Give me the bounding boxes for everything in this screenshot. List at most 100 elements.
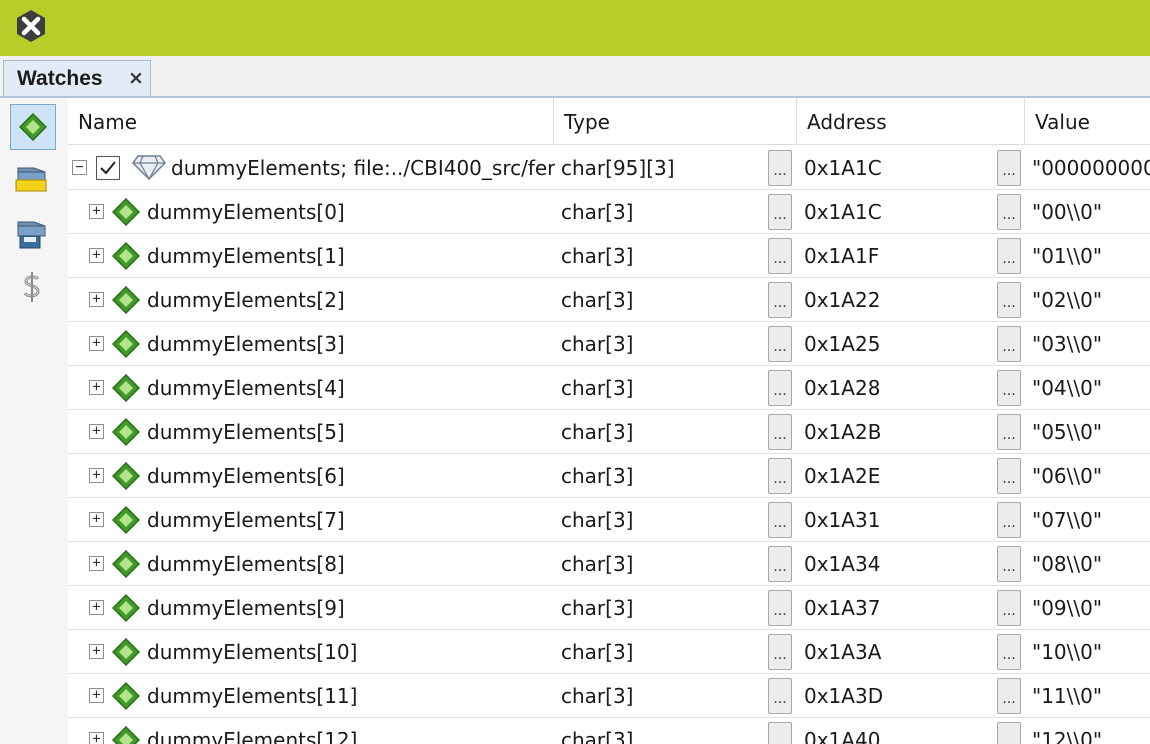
watch-diamond-icon [112,418,140,446]
edit-type-button[interactable]: ... [768,326,792,362]
edit-address-button[interactable]: ... [997,238,1021,274]
address-cell: 0x1A28 [804,376,881,400]
value-cell: "04\\0" [1032,376,1103,400]
value-cell: "12\\0" [1032,728,1103,744]
netbeans-x-icon [17,10,45,42]
type-cell: char[3] [561,332,634,356]
edit-type-button[interactable]: ... [768,414,792,450]
address-cell: 0x1A3D [804,684,884,708]
edit-type-button[interactable]: ... [768,634,792,670]
table-row[interactable]: + dummyElements[1] char[3]... 0x1A1F... "01\… [68,234,1150,278]
edit-address-button[interactable]: ... [997,326,1021,362]
expand-toggle[interactable]: + [89,468,104,483]
address-cell: 0x1A2E [804,464,881,488]
table-row[interactable]: + dummyElements[2] char[3]... 0x1A22... "02\… [68,278,1150,322]
edit-address-button[interactable]: ... [997,458,1021,494]
expand-toggle[interactable]: + [89,380,104,395]
table-row-root[interactable]: − dummyElements; file:../CBI400_src/fene c… [68,146,1150,190]
edit-address-button[interactable]: ... [997,502,1021,538]
edit-type-button[interactable]: ... [768,370,792,406]
expand-toggle[interactable]: + [89,204,104,219]
edit-type-button[interactable]: ... [768,546,792,582]
name-cell: dummyElements[8] [147,552,345,576]
edit-address-button[interactable]: ... [997,194,1021,230]
edit-type-button[interactable]: ... [768,678,792,714]
edit-address-button[interactable]: ... [997,590,1021,626]
variable-gem-icon [132,155,166,181]
edit-address-button[interactable]: ... [997,370,1021,406]
edit-type-button[interactable]: ... [768,458,792,494]
watch-diamond-icon [112,506,140,534]
type-cell: char[3] [561,728,634,744]
column-header-address[interactable]: Address [797,98,1025,145]
name-cell: dummyElements[7] [147,508,345,532]
watch-diamond-icon [112,242,140,270]
type-cell: char[3] [561,640,634,664]
table-row[interactable]: + dummyElements[5] char[3]... 0x1A2B... "05\… [68,410,1150,454]
watches-table: Name Type Address Value − dummyElements; … [68,98,1150,744]
expand-toggle[interactable]: + [89,424,104,439]
expand-toggle[interactable]: + [89,600,104,615]
tab-watches[interactable]: Watches × [3,60,151,96]
enable-checkbox[interactable] [96,156,120,180]
edit-type-button[interactable]: ... [768,150,792,186]
value-cell: "09\\0" [1032,596,1103,620]
type-cell: char[3] [561,420,634,444]
edit-address-button[interactable]: ... [997,722,1021,744]
close-icon[interactable]: × [128,69,144,88]
expand-toggle[interactable]: + [89,336,104,351]
table-row[interactable]: + dummyElements[0] char[3]... 0x1A1C... "00\… [68,190,1150,234]
edit-type-button[interactable]: ... [768,722,792,744]
edit-address-button[interactable]: ... [997,414,1021,450]
table-row[interactable]: + dummyElements[12] char[3]... 0x1A40... "12… [68,718,1150,744]
expand-toggle[interactable]: + [89,732,104,744]
watch-diamond-icon [19,113,47,141]
name-cell: dummyElements[1] [147,244,345,268]
table-row[interactable]: + dummyElements[9] char[3]... 0x1A37... "09\… [68,586,1150,630]
expand-toggle[interactable]: + [89,644,104,659]
new-watch-button[interactable] [10,104,56,150]
save-view-button[interactable] [10,210,56,256]
expand-toggle[interactable]: + [89,512,104,527]
type-cell: char[3] [561,464,634,488]
column-header-type[interactable]: Type [554,98,797,145]
address-cell: 0x1A2B [804,420,882,444]
dollar-button[interactable] [10,264,56,310]
watch-diamond-icon [112,462,140,490]
edit-type-button[interactable]: ... [768,590,792,626]
collapse-toggle[interactable]: − [72,160,87,175]
value-cell: "10\\0" [1032,640,1103,664]
value-cell: "11\\0" [1032,684,1103,708]
edit-address-button[interactable]: ... [997,150,1021,186]
watch-diamond-icon [112,638,140,666]
value-cell: "03\\0" [1032,332,1103,356]
table-row[interactable]: + dummyElements[8] char[3]... 0x1A34... "08\… [68,542,1150,586]
table-row[interactable]: + dummyElements[10] char[3]... 0x1A3A... "10… [68,630,1150,674]
edit-type-button[interactable]: ... [768,238,792,274]
column-header-value[interactable]: Value [1025,98,1150,145]
table-row[interactable]: + dummyElements[3] char[3]... 0x1A25... "03\… [68,322,1150,366]
expand-toggle[interactable]: + [89,688,104,703]
edit-address-button[interactable]: ... [997,678,1021,714]
expand-toggle[interactable]: + [89,556,104,571]
title-bar [0,0,1150,56]
expand-toggle[interactable]: + [89,248,104,263]
table-row[interactable]: + dummyElements[11] char[3]... 0x1A3D... "11… [68,674,1150,718]
edit-type-button[interactable]: ... [768,502,792,538]
name-cell: dummyElements[2] [147,288,345,312]
table-row[interactable]: + dummyElements[7] char[3]... 0x1A31... "07\… [68,498,1150,542]
edit-type-button[interactable]: ... [768,282,792,318]
locals-button[interactable] [10,156,56,202]
name-cell: dummyElements[3] [147,332,345,356]
edit-address-button[interactable]: ... [997,546,1021,582]
edit-type-button[interactable]: ... [768,194,792,230]
edit-address-button[interactable]: ... [997,282,1021,318]
column-header-name[interactable]: Name [68,98,554,145]
value-cell: "08\\0" [1032,552,1103,576]
expand-toggle[interactable]: + [89,292,104,307]
type-cell: char[3] [561,200,634,224]
address-cell: 0x1A37 [804,596,881,620]
table-row[interactable]: + dummyElements[6] char[3]... 0x1A2E... "06\… [68,454,1150,498]
edit-address-button[interactable]: ... [997,634,1021,670]
table-row[interactable]: + dummyElements[4] char[3]... 0x1A28... "04\… [68,366,1150,410]
